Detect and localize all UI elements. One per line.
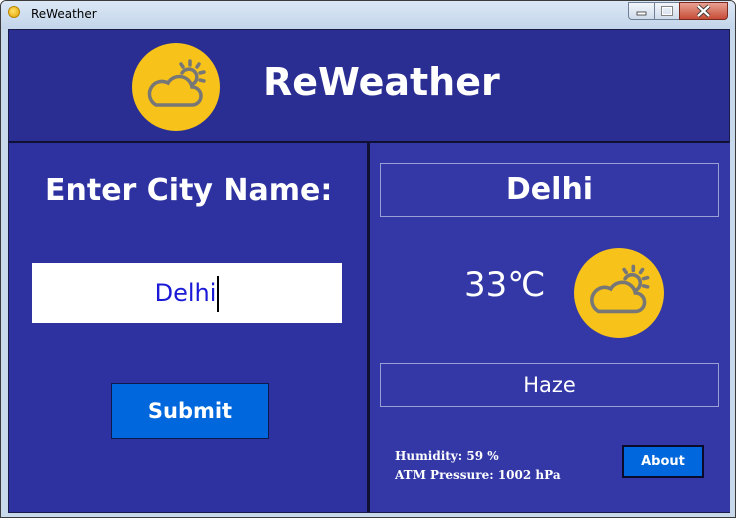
- app-icon: [8, 6, 20, 18]
- weather-stats: Humidity: 59 % ATM Pressure: 1002 hPa: [395, 447, 561, 485]
- text-caret: [217, 276, 220, 312]
- app-window: ReWeather ReWeather Enter City Name: Del…: [0, 0, 736, 518]
- weather-icon: [574, 248, 664, 338]
- maximize-button[interactable]: [654, 2, 680, 20]
- pressure-text: ATM Pressure: 1002 hPa: [395, 468, 561, 482]
- weather-condition: Haze: [380, 363, 719, 407]
- title-bar[interactable]: ReWeather: [1, 1, 735, 29]
- search-panel: Enter City Name: Delhi Submit: [9, 143, 369, 512]
- minimize-button[interactable]: [628, 2, 655, 20]
- humidity-text: Humidity: 59 %: [395, 449, 499, 463]
- app-client-area: ReWeather Enter City Name: Delhi Submit …: [8, 29, 730, 513]
- close-icon: [696, 4, 711, 18]
- close-button[interactable]: [679, 2, 728, 20]
- city-input[interactable]: Delhi: [32, 263, 342, 323]
- app-title: ReWeather: [263, 60, 500, 104]
- minimize-icon: [636, 11, 647, 16]
- temperature: 33℃: [464, 265, 546, 305]
- maximize-icon: [661, 6, 673, 16]
- submit-button[interactable]: Submit: [111, 383, 269, 439]
- city-input-value: Delhi: [154, 279, 217, 307]
- city-name-label: Enter City Name:: [45, 173, 333, 208]
- about-button[interactable]: About: [622, 445, 704, 478]
- app-header: ReWeather: [9, 30, 729, 143]
- partly-cloudy-icon: [132, 43, 220, 131]
- window-title: ReWeather: [31, 7, 97, 21]
- result-city: Delhi: [380, 163, 719, 217]
- result-panel: Delhi 33℃ Haze Humidity: 59 % ATM Pressu…: [369, 143, 730, 512]
